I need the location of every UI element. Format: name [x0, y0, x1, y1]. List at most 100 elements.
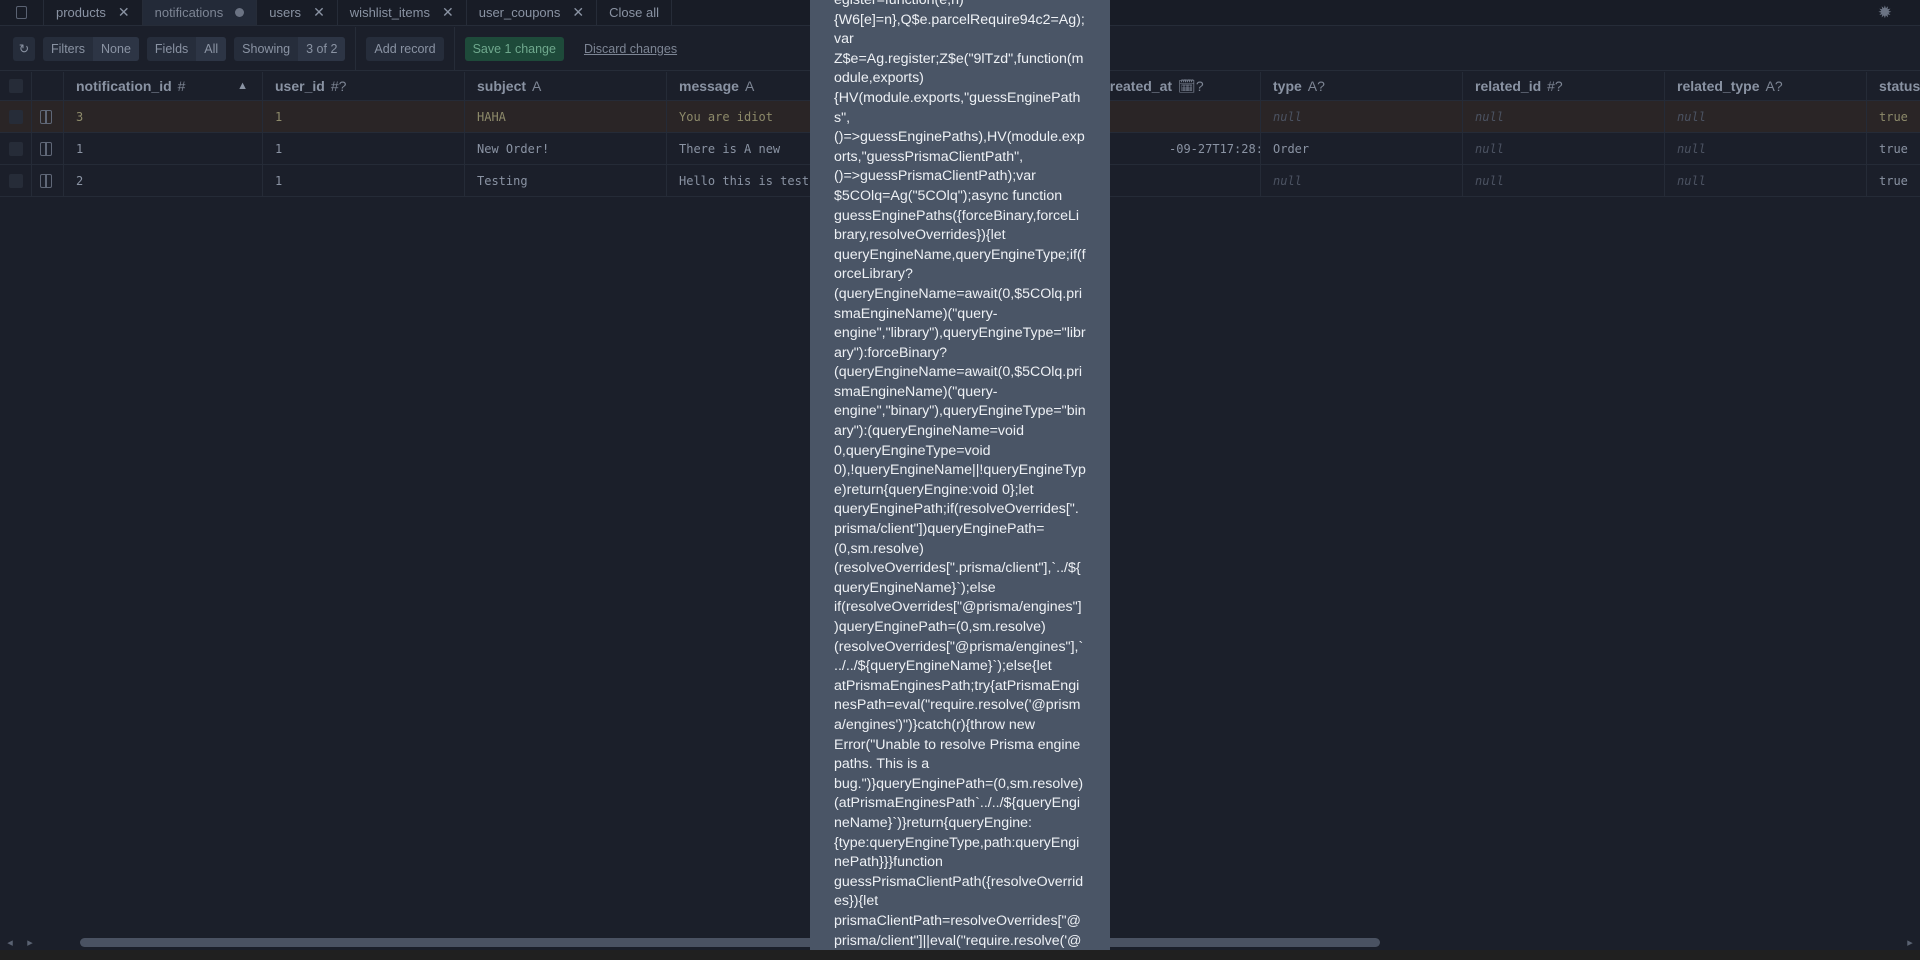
column-name: related_type — [1677, 78, 1760, 94]
cell-notification-id[interactable]: 2 — [64, 165, 263, 196]
tab-products[interactable]: products ✕ — [44, 0, 143, 25]
scrollbar-thumb[interactable] — [80, 937, 1380, 947]
cell-tooltip: egister=function(e,n){W6[e]=n},Q$e.parce… — [810, 0, 1110, 950]
column-header-related-type[interactable]: related_type A? — [1665, 72, 1867, 100]
sort-asc-icon[interactable]: ▲ — [237, 80, 248, 92]
column-name: status_ — [1879, 78, 1920, 94]
filters-label: Filters — [51, 41, 86, 56]
cell-related-id[interactable]: null — [1463, 165, 1665, 196]
column-name: type — [1273, 78, 1302, 94]
fields-button[interactable]: Fields All — [146, 36, 227, 61]
fields-value: All — [196, 36, 227, 61]
column-type: A — [744, 78, 755, 94]
column-type: # — [177, 78, 186, 94]
tab-label: users — [269, 5, 302, 20]
fields-label: Fields — [154, 41, 189, 56]
row-checkbox[interactable] — [9, 141, 23, 156]
column-name: message — [679, 78, 739, 94]
column-header-status[interactable]: status_ — [1867, 72, 1920, 100]
tab-label: user_coupons — [478, 5, 561, 20]
cell-type[interactable]: Order — [1261, 133, 1463, 164]
cell-subject[interactable]: Testing — [465, 165, 667, 196]
cell-status[interactable]: true — [1867, 165, 1920, 196]
os-taskbar — [0, 950, 1920, 960]
tab-users[interactable]: users ✕ — [257, 0, 338, 25]
column-header-notification-id[interactable]: notification_id # ▲ — [64, 72, 263, 100]
discard-changes-link[interactable]: Discard changes — [584, 42, 677, 56]
close-icon[interactable]: ✕ — [118, 4, 130, 21]
row-checkbox[interactable] — [9, 109, 23, 124]
expand-cell — [32, 101, 64, 132]
cell-related-id[interactable]: null — [1463, 101, 1665, 132]
row-select-cell — [0, 101, 32, 132]
tab-label: notifications — [154, 5, 224, 20]
showing-button[interactable]: Showing 3 of 2 — [234, 36, 346, 61]
expand-cell — [32, 133, 64, 164]
select-all-checkbox[interactable] — [9, 79, 23, 93]
unsaved-dot-icon[interactable] — [235, 8, 245, 17]
cell-user-id[interactable]: 1 — [263, 101, 465, 132]
sidebar-toggle-button[interactable] — [0, 0, 44, 25]
tab-label: products — [56, 5, 106, 20]
cell-related-type[interactable]: null — [1665, 101, 1867, 132]
column-type: #? — [330, 78, 347, 94]
save-changes-button[interactable]: Save 1 change — [464, 36, 564, 61]
cell-notification-id[interactable]: 3 — [64, 101, 263, 132]
showing-label: Showing — [242, 41, 291, 56]
gear-icon[interactable]: ✹ — [1878, 3, 1892, 23]
expand-row-icon[interactable] — [40, 141, 52, 156]
refresh-icon: ↻ — [18, 42, 30, 56]
cell-status[interactable]: true — [1867, 101, 1920, 132]
divider — [355, 26, 357, 71]
sidebar-icon — [16, 6, 27, 19]
cell-type[interactable]: null — [1261, 101, 1463, 132]
column-header-related-id[interactable]: related_id #? — [1463, 72, 1665, 100]
tab-wishlist-items[interactable]: wishlist_items ✕ — [338, 0, 467, 25]
tab-user-coupons[interactable]: user_coupons ✕ — [467, 0, 598, 25]
column-name: subject — [477, 78, 527, 94]
column-name: notification_id — [76, 78, 172, 94]
close-icon[interactable]: ✕ — [313, 4, 325, 21]
column-type: A — [532, 78, 542, 94]
column-type: 🗓? — [1178, 77, 1204, 94]
cell-related-id[interactable]: null — [1463, 133, 1665, 164]
cell-related-type[interactable]: null — [1665, 165, 1867, 196]
cell-type[interactable]: null — [1261, 165, 1463, 196]
column-type: A? — [1307, 78, 1325, 94]
scroll-left-icon[interactable]: ◂ — [0, 936, 20, 949]
refresh-button[interactable]: ↻ — [13, 36, 35, 61]
column-header-subject[interactable]: subject A — [465, 72, 667, 100]
scroll-end-icon[interactable]: ▸ — [1900, 936, 1920, 949]
close-all-button[interactable]: Close all — [597, 0, 672, 25]
select-all-cell — [0, 72, 32, 100]
filters-value: None — [93, 36, 139, 61]
expand-row-icon[interactable] — [40, 109, 52, 124]
close-icon[interactable]: ✕ — [572, 4, 584, 21]
expand-row-icon[interactable] — [40, 173, 52, 188]
divider — [453, 26, 455, 71]
column-header-user-id[interactable]: user_id #? — [263, 72, 465, 100]
row-select-cell — [0, 133, 32, 164]
cell-user-id[interactable]: 1 — [263, 165, 465, 196]
cell-subject[interactable]: New Order! — [465, 133, 667, 164]
filters-button[interactable]: Filters None — [43, 36, 139, 61]
cell-status[interactable]: true — [1867, 133, 1920, 164]
cell-related-type[interactable]: null — [1665, 133, 1867, 164]
cell-user-id[interactable]: 1 — [263, 133, 465, 164]
column-type: #? — [1547, 78, 1563, 94]
column-header-type[interactable]: type A? — [1261, 72, 1463, 100]
tab-label: wishlist_items — [349, 5, 430, 20]
column-name: related_id — [1475, 78, 1542, 94]
cell-subject[interactable]: HAHA — [465, 101, 667, 132]
cell-notification-id[interactable]: 1 — [64, 133, 263, 164]
row-select-cell — [0, 165, 32, 196]
spacer-cell — [32, 72, 64, 100]
scroll-right-icon[interactable]: ▸ — [20, 936, 40, 949]
expand-cell — [32, 165, 64, 196]
add-record-button[interactable]: Add record — [366, 36, 444, 61]
close-icon[interactable]: ✕ — [442, 4, 454, 21]
showing-value: 3 of 2 — [298, 36, 346, 61]
row-checkbox[interactable] — [9, 173, 23, 188]
tab-notifications[interactable]: notifications — [142, 0, 258, 25]
column-type: A? — [1765, 78, 1783, 94]
